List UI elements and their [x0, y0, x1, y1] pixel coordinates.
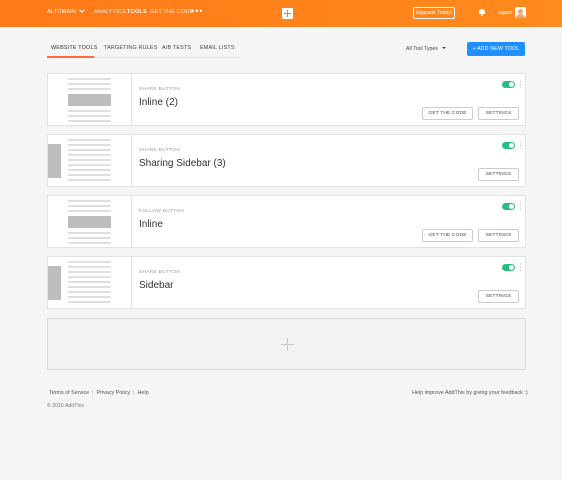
tool-type-filter[interactable]: All Tool Types — [406, 46, 446, 52]
settings-button[interactable]: SETTINGS — [478, 229, 519, 242]
tool-card: SHARE BUTTON Sharing Sidebar (3) · · · SET… — [47, 134, 526, 187]
tool-type-label: SHARE BUTTON — [139, 148, 181, 153]
tab-ab-tests[interactable]: A/B TESTS — [162, 45, 191, 51]
nav-tools[interactable]: TOOLS — [127, 9, 147, 15]
terms-of-service-link[interactable]: Terms of Service — [49, 390, 89, 396]
more-options-icon[interactable]: · · · — [519, 78, 522, 91]
tool-name: Sharing Sidebar (3) — [139, 158, 226, 169]
tool-preview-thumbnail — [48, 257, 132, 308]
footer-separator: | — [133, 390, 135, 396]
chevron-down-icon — [79, 7, 86, 13]
tool-card: SHARE BUTTON Sidebar · · · SETTINGS — [47, 256, 526, 309]
footer-separator: | — [92, 390, 94, 396]
active-tab-indicator — [47, 56, 94, 58]
plus-icon — [281, 338, 294, 351]
feedback-link[interactable]: Help improve AddThis by giving your feed… — [412, 390, 528, 396]
tool-type-label: SHARE BUTTON — [139, 87, 181, 92]
tool-preview-thumbnail — [48, 135, 132, 186]
tool-enabled-toggle[interactable] — [502, 264, 515, 271]
more-options-icon[interactable]: · · · — [519, 200, 522, 213]
tool-type-label: SHARE BUTTON — [139, 270, 181, 275]
account-selector[interactable]: ALTOMAIN — [47, 7, 86, 15]
tab-email-lists[interactable]: EMAIL LISTS — [200, 45, 235, 51]
get-the-code-button[interactable]: GET THE CODE — [422, 229, 473, 242]
tool-enabled-toggle[interactable] — [502, 81, 515, 88]
tool-preview-thumbnail — [48, 74, 132, 125]
top-nav-bar: ALTOMAIN ANALYTICS TOOLS GET THE CODE ••… — [0, 0, 562, 27]
tool-preview-thumbnail — [48, 196, 132, 247]
settings-button[interactable]: SETTINGS — [478, 168, 519, 181]
filter-label: All Tool Types — [406, 46, 438, 52]
add-new-tool-button[interactable]: + ADD NEW TOOL — [467, 42, 525, 56]
username[interactable]: rajash — [498, 10, 512, 16]
more-menu-icon[interactable]: ••• — [191, 6, 203, 16]
tool-type-label: FOLLOW BUTTON — [139, 209, 185, 214]
account-name: ALTOMAIN — [47, 9, 77, 15]
bell-icon[interactable] — [479, 9, 485, 16]
nav-analytics[interactable]: ANALYTICS — [94, 9, 126, 15]
tool-card: FOLLOW BUTTON Inline · · · GET THE CODE SE… — [47, 195, 526, 248]
add-icon[interactable] — [282, 8, 293, 19]
nav-get-the-code[interactable]: GET THE CODE — [150, 9, 193, 15]
upgrade-button[interactable]: Upgrade Today! — [413, 7, 455, 19]
settings-button[interactable]: SETTINGS — [478, 107, 519, 120]
tab-targeting-rules[interactable]: TARGETING RULES — [104, 45, 158, 51]
tab-website-tools[interactable]: WEBSITE TOOLS — [51, 45, 97, 51]
footer-links: Terms of Service | Privacy Policy | Help — [49, 390, 149, 396]
tool-enabled-toggle[interactable] — [502, 203, 515, 210]
help-link[interactable]: Help — [138, 390, 149, 396]
add-tool-placeholder[interactable] — [47, 318, 526, 370]
copyright: © 2016 AddThis — [47, 403, 84, 409]
tool-name: Inline — [139, 219, 163, 230]
caret-down-icon — [441, 47, 446, 49]
tool-tabs: WEBSITE TOOLS TARGETING RULES A/B TESTS … — [47, 43, 240, 58]
avatar[interactable] — [515, 7, 526, 18]
tool-card: SHARE BUTTON Inline (2) · · · GET THE CODE… — [47, 73, 526, 126]
settings-button[interactable]: SETTINGS — [478, 290, 519, 303]
tool-name: Sidebar — [139, 280, 174, 291]
more-options-icon[interactable]: · · · — [519, 139, 522, 152]
tool-enabled-toggle[interactable] — [502, 142, 515, 149]
privacy-policy-link[interactable]: Privacy Policy — [97, 390, 131, 396]
get-the-code-button[interactable]: GET THE CODE — [422, 107, 473, 120]
tool-name: Inline (2) — [139, 97, 178, 108]
more-options-icon[interactable]: · · · — [519, 261, 522, 274]
